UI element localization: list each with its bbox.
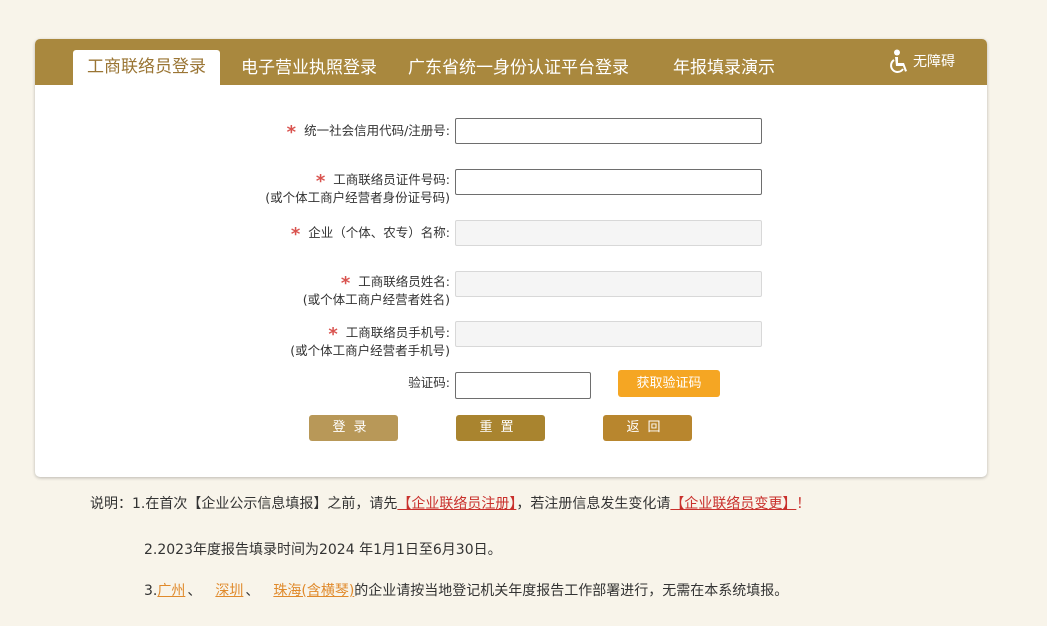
contact-name-label: * 工商联络员姓名: (或个体工商户经营者姓名) xyxy=(302,273,450,307)
liaison-change-link[interactable]: 【企业联络员变更】 xyxy=(670,496,796,512)
accessibility-label: 无障碍 xyxy=(913,54,955,70)
captcha-input[interactable] xyxy=(455,372,591,399)
mobile-input xyxy=(455,321,762,347)
tab-annual-report-demo[interactable]: 年报填录演示 xyxy=(673,51,775,85)
tab-bar: 工商联络员登录 电子营业执照登录 广东省统一身份认证平台登录 年报填录演示 无障… xyxy=(35,39,987,85)
tab-liaison-login[interactable]: 工商联络员登录 xyxy=(73,50,220,85)
required-mark: * xyxy=(290,224,301,245)
id-number-label: * 工商联络员证件号码: (或个体工商户经营者身份证号码) xyxy=(265,171,450,205)
mobile-sublabel: (或个体工商户经营者手机号) xyxy=(290,343,450,358)
liaison-register-link[interactable]: 【企业联络员注册】 xyxy=(397,496,516,512)
id-number-sublabel: (或个体工商户经营者身份证号码) xyxy=(265,190,450,205)
get-code-button[interactable]: 获取验证码 xyxy=(618,370,720,397)
login-panel: 工商联络员登录 电子营业执照登录 广东省统一身份认证平台登录 年报填录演示 无障… xyxy=(35,39,987,477)
accessibility-button[interactable]: 无障碍 xyxy=(888,47,955,77)
back-button[interactable]: 返回 xyxy=(603,415,692,441)
mobile-label: * 工商联络员手机号: (或个体工商户经营者手机号) xyxy=(290,324,450,358)
note-line-2: 2.2023年度报告填录时间为2024 年1月1日至6月30日。 xyxy=(144,542,502,558)
credit-code-label: * 统一社会信用代码/注册号: xyxy=(286,122,450,143)
contact-name-sublabel: (或个体工商户经营者姓名) xyxy=(302,292,450,307)
required-mark: * xyxy=(286,122,297,143)
reset-button[interactable]: 重置 xyxy=(456,415,545,441)
guangzhou-link[interactable]: 广州 xyxy=(157,583,185,599)
login-button[interactable]: 登录 xyxy=(309,415,398,441)
tab-e-license-login[interactable]: 电子营业执照登录 xyxy=(241,51,377,85)
company-name-label: * 企业（个体、农专）名称: xyxy=(290,224,450,245)
company-name-input xyxy=(455,220,762,246)
credit-code-input[interactable] xyxy=(455,118,762,144)
required-mark: * xyxy=(328,324,338,345)
note-line-3: 3.广州、深圳、珠海(含横琴)的企业请按当地登记机关年度报告工作部署进行，无需在… xyxy=(144,583,789,599)
note-line-1: 说明：1.在首次【企业公示信息填报】之前，请先【企业联络员注册】，若注册信息发生… xyxy=(90,496,811,512)
wheelchair-icon xyxy=(890,49,907,73)
contact-name-input xyxy=(455,271,762,297)
id-number-input[interactable] xyxy=(455,169,762,195)
notes-prefix: 说明： xyxy=(90,496,132,512)
captcha-label: 验证码: xyxy=(408,375,450,390)
zhuhai-link[interactable]: 珠海(含横琴) xyxy=(273,583,354,599)
required-mark: * xyxy=(340,273,351,294)
tab-gd-identity-login[interactable]: 广东省统一身份认证平台登录 xyxy=(408,51,629,85)
required-mark: * xyxy=(315,171,326,192)
shenzhen-link[interactable]: 深圳 xyxy=(215,583,243,599)
